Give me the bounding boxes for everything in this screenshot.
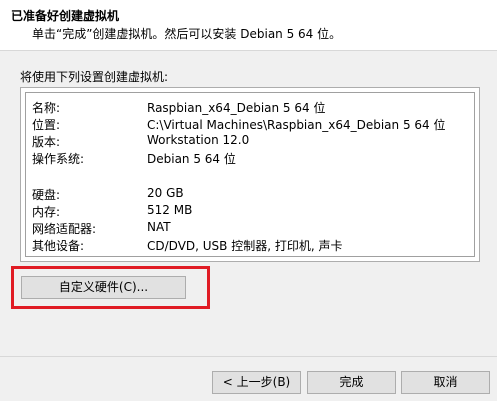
summary-value: Raspbian_x64_Debian 5 64 位 xyxy=(147,101,326,115)
wizard-header: 已准备好创建虚拟机 单击“完成”创建虚拟机。然后可以安装 Debian 5 64… xyxy=(0,0,497,51)
summary-label: 位置: xyxy=(32,118,61,132)
summary-value: Workstation 12.0 xyxy=(147,133,250,147)
settings-summary-box: 名称: Raspbian_x64_Debian 5 64 位 位置: C:\Vi… xyxy=(20,87,480,262)
summary-value: Debian 5 64 位 xyxy=(147,152,236,166)
summary-label: 网络适配器: xyxy=(32,222,97,236)
back-button[interactable]: < 上一步(B) xyxy=(212,371,301,394)
summary-value: 20 GB xyxy=(147,186,184,200)
wizard-title: 已准备好创建虚拟机 xyxy=(11,9,120,23)
summary-value: C:\Virtual Machines\Raspbian_x64_Debian … xyxy=(147,118,446,132)
customize-hardware-button[interactable]: 自定义硬件(C)... xyxy=(21,276,186,299)
finish-button[interactable]: 完成 xyxy=(307,371,396,394)
summary-label: 硬盘: xyxy=(32,188,61,202)
summary-value: NAT xyxy=(147,220,171,234)
summary-intro-label: 将使用下列设置创建虚拟机: xyxy=(20,70,169,84)
summary-label: 内存: xyxy=(32,205,61,219)
cancel-button[interactable]: 取消 xyxy=(401,371,490,394)
summary-label: 版本: xyxy=(32,135,61,149)
summary-label: 名称: xyxy=(32,101,61,115)
summary-value: 512 MB xyxy=(147,203,193,217)
summary-value: CD/DVD, USB 控制器, 打印机, 声卡 xyxy=(147,239,343,253)
summary-label: 其他设备: xyxy=(32,239,85,253)
settings-summary-inner: 名称: Raspbian_x64_Debian 5 64 位 位置: C:\Vi… xyxy=(25,92,475,257)
footer-divider xyxy=(0,356,497,357)
summary-label: 操作系统: xyxy=(32,152,85,166)
wizard-subtitle: 单击“完成”创建虚拟机。然后可以安装 Debian 5 64 位。 xyxy=(32,27,342,41)
